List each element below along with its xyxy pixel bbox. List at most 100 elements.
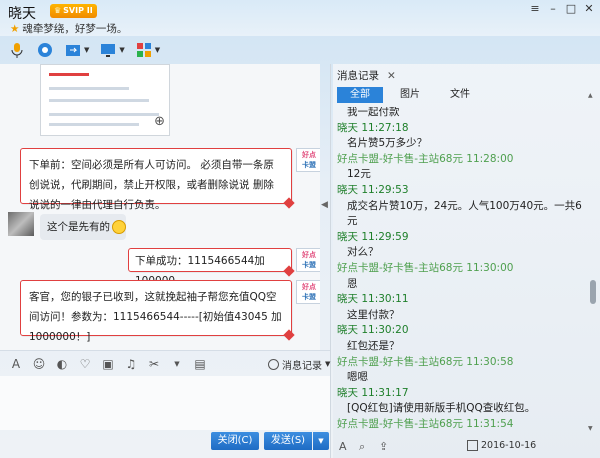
- history-sender-line: 晓天 11:29:59: [337, 230, 409, 243]
- history-message-text: 名片赞5万多少？: [347, 137, 428, 150]
- magic-expression-icon[interactable]: ◐: [54, 357, 70, 371]
- avatar[interactable]: 好点 卡盟: [296, 248, 320, 272]
- contact-signature: ★ 魂牵梦绕，好梦一场。: [10, 21, 127, 36]
- app-grid-icon: [136, 43, 151, 57]
- thumb-line: [49, 113, 159, 116]
- voice-call-button[interactable]: [8, 41, 26, 59]
- history-sender-line: 好点卡盟-好卡售-主站68元 11:31:54: [337, 418, 514, 430]
- card-corner: [283, 265, 295, 277]
- chat-message-card: 下单成功：1115466544加100000: [128, 248, 295, 287]
- history-message-text: 元: [347, 215, 358, 228]
- chevron-down-icon[interactable]: ▼: [84, 46, 89, 54]
- history-message-text: 对么？: [347, 246, 379, 259]
- close-icon[interactable]: ✕: [387, 70, 396, 82]
- chevron-down-icon[interactable]: ▼: [155, 46, 160, 54]
- history-sender-line: 晓天 11:31:17: [337, 386, 409, 399]
- image-icon[interactable]: ▣: [100, 357, 116, 371]
- avatar[interactable]: 好点 卡盟: [296, 148, 320, 172]
- message-text: 下单前：空间必须是所有人可访问。 必须自带一条原创说说，代刷期间，禁止开权限，或…: [29, 159, 274, 211]
- thumb-line: [49, 99, 149, 102]
- contact-name: 晓天: [8, 6, 36, 22]
- history-message-text: [QQ红包]请使用新版手机QQ查收红包。: [347, 402, 536, 415]
- camera-icon: [38, 43, 52, 57]
- history-message-text: 红包还是？: [347, 340, 400, 352]
- history-sender-line: 好点卡盟-好卡售-主站68元 11:28:00: [337, 152, 514, 165]
- chevron-down-icon[interactable]: ▼: [119, 46, 124, 54]
- history-list[interactable]: 我一起付款 晓天 11:27:18 名片赞5万多少？ 好点卡盟-好卡售-主站68元 1…: [337, 107, 582, 435]
- badge-label: SVIP II: [63, 6, 93, 15]
- calendar-icon[interactable]: [467, 440, 478, 451]
- remote-desktop-icon: [101, 44, 116, 57]
- avatar-label: 卡盟: [302, 161, 316, 169]
- tab-files[interactable]: 文件: [437, 87, 483, 103]
- avatar[interactable]: [8, 212, 34, 236]
- minimize-icon[interactable]: –: [546, 2, 560, 16]
- remote-desktop-button[interactable]: ▼: [99, 41, 125, 59]
- menu-icon[interactable]: ≡: [528, 2, 542, 16]
- file-transfer-button[interactable]: ▼: [64, 41, 89, 59]
- avatar[interactable]: 好点 卡盟: [296, 280, 320, 304]
- avatar-label: 好点: [302, 151, 316, 159]
- screenshot-icon[interactable]: ✂: [146, 357, 162, 371]
- close-icon[interactable]: ✕: [582, 2, 596, 16]
- chevron-down-icon[interactable]: ▼: [169, 360, 185, 368]
- chat-area[interactable]: ⊕ 下单前：空间必须是所有人可访问。 必须自带一条原创说说，代刷期间，禁止开权限…: [0, 64, 320, 350]
- chat-message-card: 客官，您的银子已收到，这就挽起袖子帮您充值QQ空间访问！参数为：11154665…: [20, 280, 295, 343]
- title-bar: 晓天 ♛ SVIP II ★ 魂牵梦绕，好梦一场。 ≡ – □ ✕: [0, 0, 600, 36]
- history-message-text: 12元: [347, 168, 371, 181]
- history-sender-line: 晓天 11:30:11: [337, 293, 409, 306]
- video-call-button[interactable]: [36, 41, 54, 59]
- scroll-down-icon[interactable]: ▼: [588, 425, 593, 432]
- history-sender-line: 晓天 11:29:53: [337, 184, 409, 196]
- scrollbar-thumb[interactable]: [590, 280, 596, 304]
- message-input[interactable]: [0, 376, 330, 430]
- poke-icon[interactable]: ♡: [77, 357, 93, 371]
- thumb-line: [49, 87, 129, 90]
- panel-divider[interactable]: [330, 64, 331, 458]
- avatar-label: 好点: [302, 283, 316, 291]
- font-icon[interactable]: A: [8, 357, 24, 371]
- history-sender-line: 好点卡盟-好卡售-主站68元 11:30:58: [337, 355, 514, 368]
- smiley-icon: [112, 220, 126, 234]
- apps-button[interactable]: ▼: [135, 41, 160, 59]
- mic-icon: [11, 43, 23, 58]
- tab-images[interactable]: 图片: [387, 87, 433, 103]
- more-icon[interactable]: ▤: [192, 357, 208, 371]
- thumb-line: [49, 123, 139, 126]
- history-message-text: 我一起付款: [347, 107, 400, 118]
- card-corner: [283, 197, 295, 209]
- scroll-up-icon[interactable]: ▲: [588, 92, 593, 99]
- crown-icon: ♛: [54, 6, 62, 15]
- incoming-message: 这个是先有的: [40, 214, 126, 240]
- history-message-text: 嗯嗯: [347, 371, 368, 384]
- history-message-text: 这里付款？: [347, 308, 400, 321]
- maximize-icon[interactable]: □: [564, 2, 578, 16]
- avatar-label: 卡盟: [302, 261, 316, 269]
- export-icon[interactable]: ⇪: [379, 441, 391, 453]
- scrollbar[interactable]: [590, 100, 596, 426]
- voice-message-icon[interactable]: ♫: [123, 357, 139, 371]
- thumb-line: [49, 73, 89, 76]
- card-corner: [283, 329, 295, 341]
- history-message-text: 恩: [347, 277, 358, 290]
- history-date[interactable]: 2016-10-16: [481, 440, 536, 451]
- collapse-panel-icon[interactable]: ◀: [321, 200, 328, 210]
- history-button-label: 消息记录: [282, 360, 322, 372]
- history-header: 消息记录 ✕: [337, 68, 396, 83]
- send-button[interactable]: 发送(S): [264, 432, 312, 450]
- zoom-icon[interactable]: ⊕: [154, 114, 165, 129]
- top-toolbar: ▼ ▼ ▼: [0, 36, 600, 64]
- message-history-button[interactable]: 消息记录 ▼: [268, 356, 330, 372]
- tab-all[interactable]: 全部: [337, 87, 383, 103]
- send-options-button[interactable]: ▼: [313, 432, 329, 450]
- history-panel: 消息记录 ✕ 全部 图片 文件 我一起付款 晓天 11:27:18 名片赞5万多少？ 好…: [333, 64, 600, 458]
- history-sender-line: 晓天 11:30:20: [337, 324, 409, 337]
- message-text: 客官，您的银子已收到，这就挽起袖子帮您充值QQ空间访问！参数为：11154665…: [29, 291, 282, 343]
- font-icon[interactable]: A: [339, 441, 351, 453]
- close-button[interactable]: 关闭(C): [211, 432, 259, 450]
- history-tabs: 全部 图片 文件: [333, 87, 600, 105]
- screenshot-thumbnail[interactable]: ⊕: [40, 64, 170, 136]
- emoji-icon[interactable]: ☺: [31, 357, 47, 371]
- history-footer: A ⌕ ⇪ 2016-10-16: [333, 438, 600, 456]
- search-icon[interactable]: ⌕: [359, 441, 371, 453]
